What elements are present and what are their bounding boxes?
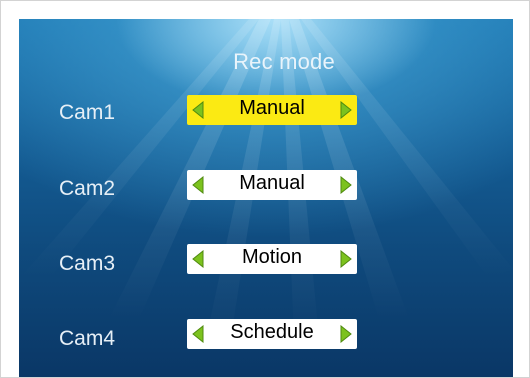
arrow-right-icon[interactable] bbox=[339, 101, 353, 119]
cam3-mode-selector[interactable]: Motion bbox=[187, 244, 357, 274]
arrow-right-icon[interactable] bbox=[339, 325, 353, 343]
arrow-left-icon[interactable] bbox=[191, 250, 205, 268]
arrow-left-icon[interactable] bbox=[191, 325, 205, 343]
cam2-mode-value: Manual bbox=[239, 172, 305, 194]
cam1-mode-selector[interactable]: Manual bbox=[187, 95, 357, 125]
cam2-mode-selector[interactable]: Manual bbox=[187, 170, 357, 200]
arrow-right-icon[interactable] bbox=[339, 176, 353, 194]
window-frame: Rec mode Cam1 Manual Cam2 Manual Cam3 Mo… bbox=[0, 0, 530, 378]
arrow-right-icon[interactable] bbox=[339, 250, 353, 268]
arrow-left-icon[interactable] bbox=[191, 176, 205, 194]
cam1-label: Cam1 bbox=[59, 101, 116, 124]
arrow-left-icon[interactable] bbox=[191, 101, 205, 119]
cam4-mode-value: Schedule bbox=[230, 321, 314, 343]
cam1-mode-value: Manual bbox=[239, 97, 305, 119]
cam3-mode-value: Motion bbox=[241, 246, 303, 268]
cam2-label: Cam2 bbox=[59, 177, 116, 200]
screen-title: Rec mode bbox=[233, 49, 335, 74]
cam4-label: Cam4 bbox=[59, 327, 116, 350]
rec-mode-screen: Rec mode Cam1 Manual Cam2 Manual Cam3 Mo… bbox=[19, 19, 513, 377]
cam4-mode-selector[interactable]: Schedule bbox=[187, 319, 357, 349]
cam3-label: Cam3 bbox=[59, 252, 116, 275]
